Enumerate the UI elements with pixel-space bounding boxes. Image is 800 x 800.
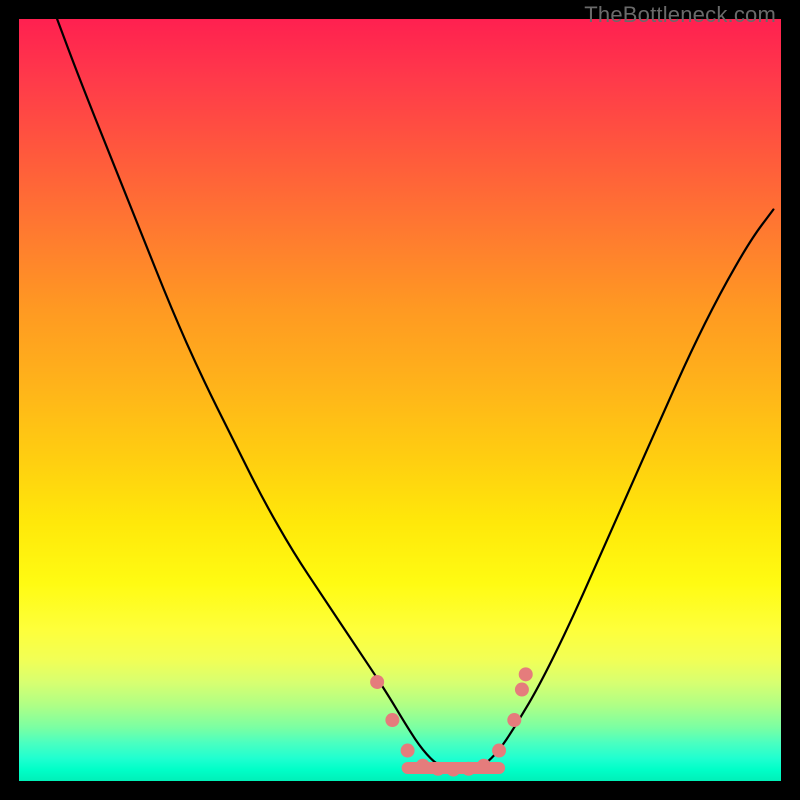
minimum-bead — [370, 675, 384, 689]
minimum-bead — [385, 713, 399, 727]
minimum-bead — [462, 762, 476, 776]
minimum-bead — [519, 667, 533, 681]
minimum-bead — [431, 762, 445, 776]
minimum-bead — [507, 713, 521, 727]
chart-frame — [19, 19, 781, 781]
minimum-bead — [446, 763, 460, 777]
bottleneck-curve-path — [57, 19, 773, 770]
minimum-bead — [515, 683, 529, 697]
minimum-bead — [492, 744, 506, 758]
minimum-bead — [416, 759, 430, 773]
minimum-beads-group — [370, 667, 533, 776]
minimum-bead — [401, 744, 415, 758]
chart-overlay-svg — [19, 19, 781, 781]
minimum-bead — [477, 759, 491, 773]
watermark-text: TheBottleneck.com — [584, 2, 776, 28]
